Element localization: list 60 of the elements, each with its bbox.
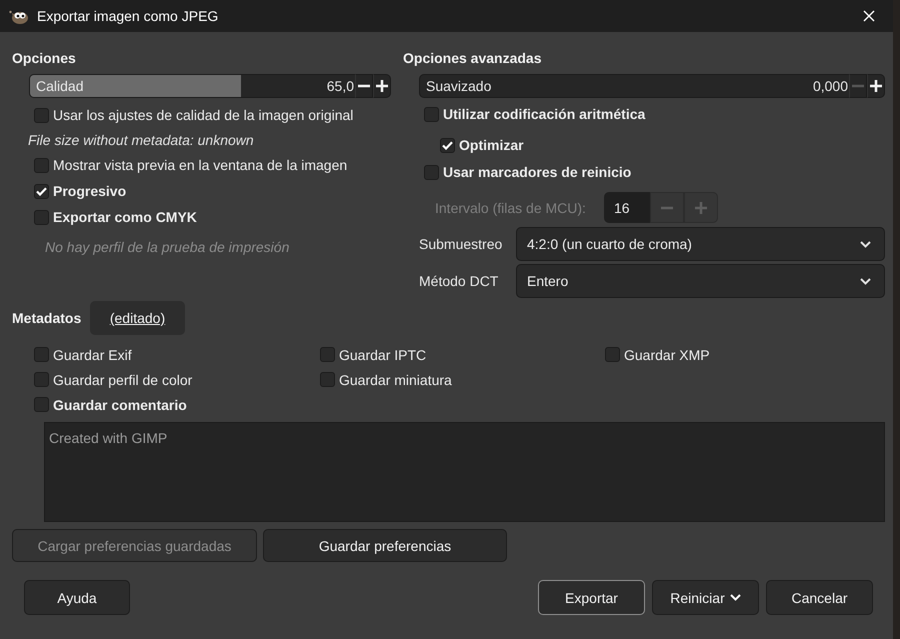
edited-button[interactable]: (editado) (90, 301, 185, 335)
slider-value: 0,000 (812, 78, 848, 94)
checkbox[interactable] (34, 372, 49, 387)
chevron-down-icon (860, 278, 871, 284)
plus-icon (695, 202, 707, 214)
field-label: Método DCT (419, 273, 500, 289)
checkbox-label: Optimizar (459, 137, 524, 153)
increment-button[interactable] (373, 74, 391, 98)
slider-value: 65,0 (326, 78, 354, 94)
section-heading: Opciones (12, 49, 76, 67)
checkbox[interactable] (34, 210, 49, 224)
checkbox-label: Guardar perfil de color (53, 372, 192, 388)
window-title: Exportar imagen como JPEG (37, 8, 218, 24)
decrement-button[interactable] (355, 74, 373, 98)
slider-track[interactable]: Suavizado 0,000 (419, 74, 849, 98)
checkbox-label: Exportar como CMYK (53, 209, 197, 225)
help-button[interactable]: Ayuda (24, 580, 130, 615)
checkbox[interactable] (34, 397, 49, 412)
hint-text: No hay perfil de la prueba de impresión (45, 238, 290, 257)
checkbox[interactable] (320, 372, 335, 387)
checkbox-label: Guardar miniatura (339, 372, 452, 388)
dialog-button[interactable]: Cancelar (766, 580, 873, 615)
dropdown[interactable]: 4:2:0 (un cuarto de croma) (516, 227, 885, 261)
menu-button[interactable]: Reiniciar (652, 580, 759, 615)
plus-icon (870, 80, 882, 92)
checkbox[interactable] (34, 108, 49, 122)
slider-label: Calidad (36, 78, 84, 94)
section-heading: Metadatos (12, 309, 82, 327)
increment-button[interactable] (867, 74, 885, 98)
checkbox[interactable] (605, 347, 620, 362)
slider-label: Suavizado (426, 78, 492, 94)
field-label: Submuestreo (419, 236, 504, 252)
checkbox-label: Progresivo (53, 183, 126, 199)
checkbox-label: Guardar XMP (624, 346, 710, 362)
checkbox[interactable] (424, 164, 439, 180)
dropdown[interactable]: Entero (516, 264, 885, 298)
checkmark-icon (442, 140, 453, 150)
slider-track[interactable]: Calidad 65,0 (29, 74, 355, 98)
checkbox[interactable] (424, 106, 439, 122)
checkbox[interactable] (440, 138, 455, 152)
checkbox[interactable] (320, 347, 335, 362)
checkbox[interactable] (34, 347, 49, 362)
checkbox-label: Usar marcadores de reinicio (443, 164, 632, 180)
checkbox-label: Guardar Exif (53, 346, 132, 362)
checkbox[interactable] (34, 184, 49, 198)
checkbox-label: Usar los ajustes de calidad de la imagen original (53, 107, 354, 123)
plus-icon (376, 80, 388, 92)
info-text: File size without metadata: unknown (28, 131, 254, 150)
checkbox-label: Guardar comentario (53, 396, 187, 412)
chevron-down-icon (860, 240, 871, 248)
checkbox[interactable] (34, 158, 49, 172)
checkbox-label: Mostrar vista previa en la ventana de la imagen (53, 157, 348, 173)
preferences-button[interactable]: Guardar preferencias (263, 529, 507, 562)
checkbox-label: Utilizar codificación aritmética (443, 106, 646, 122)
section-heading: Opciones avanzadas (403, 49, 542, 67)
field-label: Intervalo (filas de MCU): (435, 200, 587, 216)
checkbox-label: Guardar IPTC (339, 346, 426, 362)
checkmark-icon (36, 186, 47, 196)
close-icon[interactable] (863, 10, 875, 22)
dialog-button[interactable]: Exportar (538, 580, 645, 615)
